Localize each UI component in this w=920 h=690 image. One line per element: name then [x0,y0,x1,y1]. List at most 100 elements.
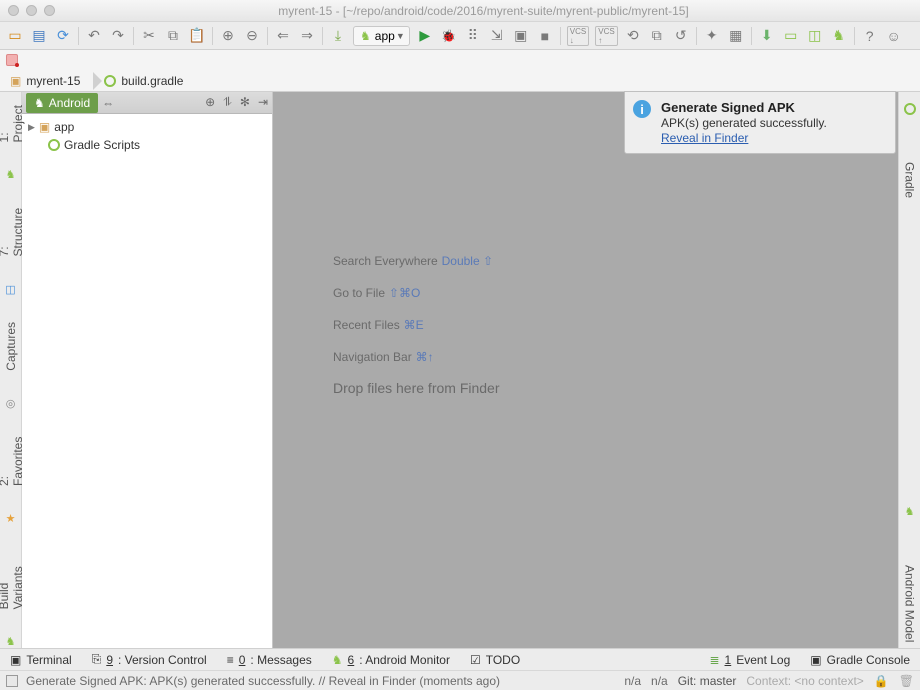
divider [560,27,561,45]
crumb-label: myrent-15 [26,74,80,88]
hint-navbar: Navigation Bar ⌘↑ [333,348,500,364]
node-label: Gradle Scripts [64,138,140,152]
run-config-label: app [375,29,395,43]
main-area: 1: Project ♞ 7: Structure ◫ Captures ◎ 2… [0,92,920,648]
event-log-icon: ≣ [709,653,719,667]
tab-terminal[interactable]: ▣Terminal [10,653,72,667]
collapse-icon[interactable]: ⥮ [223,95,232,110]
hint-recent: Recent Files ⌘E [333,316,500,332]
folder-icon: ▣ [10,74,21,88]
redo-icon[interactable]: ↷ [109,27,127,45]
gradle-icon [903,102,917,116]
tab-android-model[interactable]: Android Model [903,559,917,648]
attach-icon[interactable]: ⇲ [488,27,506,45]
gradle-icon [104,75,116,87]
help-icon[interactable]: ? [861,27,879,45]
status-git[interactable]: Git: master [678,674,737,688]
vcs-update-icon[interactable]: VCS↓ [567,26,589,46]
layout-inspector-icon[interactable]: ◫ [806,27,824,45]
vcs-revert-icon[interactable]: ↺ [672,27,690,45]
console-icon: ▣ [810,653,821,667]
feedback-icon[interactable]: ☺ [885,27,903,45]
run-icon[interactable]: ▶ [416,27,434,45]
tab-build-variants[interactable]: Build Variants [0,545,25,615]
captures-icon: ◎ [4,397,18,410]
vcs-history-icon[interactable]: ⟲ [624,27,642,45]
close-window-icon[interactable] [8,5,19,16]
breadcrumb-file[interactable]: build.gradle [94,70,197,92]
stop-icon[interactable]: ■ [536,27,554,45]
sdk-manager-icon[interactable]: ⬇ [758,27,776,45]
module-folder-icon: ▣ [39,120,50,134]
trash-icon[interactable]: 🗑 [899,674,914,688]
tab-messages[interactable]: ≡0: Messages [227,653,312,667]
sync-icon[interactable]: ⟳ [54,27,72,45]
tab-captures[interactable]: Captures [4,316,18,377]
zoom-in-icon[interactable]: ⊕ [219,27,237,45]
hint-drop: Drop files here from Finder [333,380,500,396]
right-tool-gutter: Gradle ♞ Android Model [898,92,920,648]
android-icon: ♞ [903,505,917,519]
tab-gradle[interactable]: Gradle [903,156,917,204]
avd-manager-icon[interactable]: ▭ [782,27,800,45]
run-config-select[interactable]: ♞ app ▼ [353,26,410,46]
tab-project[interactable]: 1: Project [0,96,25,148]
android-icon: ♞ [360,29,371,43]
back-icon[interactable]: ⇐ [274,27,292,45]
expand-icon[interactable]: ⇔ [102,96,114,110]
tab-favorites[interactable]: 2: Favorites [0,430,25,492]
open-icon[interactable]: ▭ [6,27,24,45]
undo-icon[interactable]: ↶ [85,27,103,45]
debug-icon[interactable]: 🐞 [440,27,458,45]
save-icon[interactable]: ▤ [30,27,48,45]
project-panel: ♞ Android ⇔ ⊕ ⥮ ✻ ⇥ ▶ ▣ app Gradle Scrip… [22,92,273,648]
paste-icon[interactable]: 📋 [188,27,206,45]
make-icon[interactable]: ⤓ [329,27,347,45]
zoom-out-icon[interactable]: ⊖ [243,27,261,45]
minimize-window-icon[interactable] [26,5,37,16]
tab-android-monitor[interactable]: ♞6: Android Monitor [332,653,450,667]
tab-gradle-console[interactable]: ▣Gradle Console [810,653,910,667]
status-tool-icon[interactable] [6,675,18,687]
tree-node-gradle-scripts[interactable]: Gradle Scripts [28,136,266,154]
android-robot-icon[interactable]: ♞ [830,27,848,45]
profile-icon[interactable]: ⠿ [464,27,482,45]
tab-vcs[interactable]: ⎘9: Version Control [92,652,207,667]
tree-node-app[interactable]: ▶ ▣ app [28,118,266,136]
copy-icon[interactable]: ⧉ [164,27,182,45]
star-icon: ★ [4,512,18,525]
main-toolbar: ▭ ▤ ⟳ ↶ ↷ ✂ ⧉ 📋 ⊕ ⊖ ⇐ ⇒ ⤓ ♞ app ▼ ▶ 🐞 ⠿ … [0,22,920,50]
vcs-diff-icon[interactable]: ⧉ [648,27,666,45]
lock-icon[interactable]: 🔒 [874,674,889,688]
status-context[interactable]: Context: <no context> [746,674,863,688]
breakpoint-icon[interactable] [6,54,18,66]
divider [751,27,752,45]
terminal-icon: ▣ [10,653,21,667]
zoom-window-icon[interactable] [44,5,55,16]
divider [267,27,268,45]
target-icon[interactable]: ⊕ [205,95,215,110]
coverage-icon[interactable]: ▣ [512,27,530,45]
breadcrumb: ▣ myrent-15 build.gradle [0,70,920,92]
project-view-tab[interactable]: ♞ Android [26,93,98,113]
project-structure-icon[interactable]: ▦ [727,27,745,45]
tab-todo[interactable]: ☑TODO [470,653,520,667]
cut-icon[interactable]: ✂ [140,27,158,45]
editor-empty[interactable]: i Generate Signed APK APK(s) generated s… [273,92,898,648]
android-icon: ♞ [332,653,343,667]
vcs-commit-icon[interactable]: VCS↑ [595,26,617,46]
tab-event-log[interactable]: ≣1 Event Log [709,653,790,667]
gear-icon[interactable]: ✻ [240,95,250,110]
hint-search: Search Everywhere Double ⇧ [333,252,500,268]
android-icon: ♞ [4,635,18,648]
forward-icon[interactable]: ⇒ [298,27,316,45]
breadcrumb-project[interactable]: ▣ myrent-15 [0,70,94,92]
status-message: Generate Signed APK: APK(s) generated su… [26,674,500,688]
android-icon: ♞ [34,96,45,110]
project-header: ♞ Android ⇔ ⊕ ⥮ ✻ ⇥ [22,92,272,114]
status-na1: n/a [624,674,641,688]
tab-structure[interactable]: 7: Structure [0,201,25,262]
notification-link[interactable]: Reveal in Finder [661,131,748,145]
hide-icon[interactable]: ⇥ [258,95,268,110]
settings-icon[interactable]: ✦ [703,27,721,45]
